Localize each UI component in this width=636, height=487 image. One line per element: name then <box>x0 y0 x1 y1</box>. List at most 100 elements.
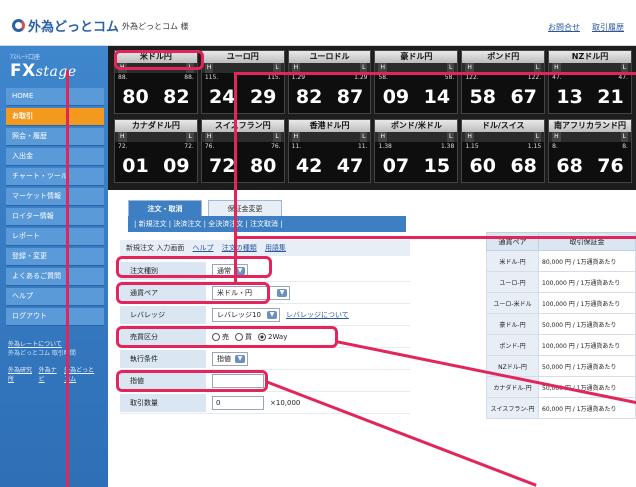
sidebar-item-report[interactable]: レポート <box>6 228 104 246</box>
rate-bid[interactable]: 72 <box>209 152 235 180</box>
rate-tile[interactable]: 香港ドル円 H L 11. 11. 42 47 <box>287 119 372 183</box>
callout-rate-tile <box>114 50 204 70</box>
callout-line <box>234 72 636 75</box>
callout-line <box>234 236 636 239</box>
sidebar-item-logout[interactable]: ログアウト <box>6 308 104 326</box>
leverage-select[interactable]: レバレッジ10 ▼ <box>212 307 280 322</box>
sidebar-item-trade[interactable]: お取引 <box>6 108 104 126</box>
table-row: ポンド-円 100,000 円 / 1万通貨あたり <box>486 334 636 356</box>
rate-hl-badge: L <box>360 132 368 142</box>
rate-tile[interactable]: ユーロドル H L 1.29 1.29 82 87 <box>287 50 372 114</box>
rate-ask[interactable]: 80 <box>250 152 276 180</box>
user-name: 外為どっとコム 様 <box>122 22 189 31</box>
rate-tile[interactable]: 南アフリカランド円 H L 8. 8. 68 76 <box>548 119 632 183</box>
sidebar-item-market[interactable]: マーケット情報 <box>6 188 104 206</box>
rate-bid[interactable]: 13 <box>556 83 582 111</box>
sidebar-foot-link-1[interactable]: 外為研究所 <box>8 366 34 384</box>
rate-ask[interactable]: 15 <box>424 152 450 180</box>
order-subnav[interactable]: | 新規注文 | 決済注文 | 全決済注文 | 注文取消 | <box>128 216 406 232</box>
rate-ask[interactable]: 21 <box>597 83 623 111</box>
rate-bid[interactable]: 58 <box>470 83 496 111</box>
rate-row: カナダドル円 H L 72. 72. 01 09 スイスフラン円 H L 76. 76. 72 80 香港ド… <box>114 119 632 183</box>
rate-tile[interactable]: カナダドル円 H L 72. 72. 01 09 <box>114 119 198 183</box>
form-help-link[interactable]: ヘルプ <box>192 244 213 252</box>
rate-ask[interactable]: 29 <box>250 83 276 111</box>
sidebar-item-deposit[interactable]: 入出金 <box>6 148 104 166</box>
table-row: NZドル-円 50,000 円 / 1万通貨あたり <box>486 355 636 377</box>
rate-values: 82 87 <box>289 83 371 111</box>
margin-pair: ポンド-円 <box>486 334 539 356</box>
rate-tile[interactable]: ポンド/米ドル H L 1.38 1.38 07 15 <box>374 119 459 183</box>
sidebar-item-home[interactable]: HOME <box>6 88 104 106</box>
brand-fx: FX <box>10 61 36 81</box>
condition-select[interactable]: 指値 ▼ <box>212 351 248 366</box>
rate-bid[interactable]: 07 <box>383 152 409 180</box>
margin-pair: 米ドル-円 <box>486 250 539 272</box>
rate-ask[interactable]: 47 <box>337 152 363 180</box>
rate-bid[interactable]: 42 <box>296 152 322 180</box>
chevron-down-icon: ▼ <box>277 288 287 297</box>
rate-bid[interactable]: 09 <box>383 83 409 111</box>
sidebar-foot-link[interactable]: 外為レートについて <box>8 340 100 349</box>
rate-hl-badge: H <box>465 132 474 142</box>
form-glossary-link[interactable]: 用語集 <box>265 244 286 252</box>
callout-side <box>116 326 338 348</box>
rate-tile[interactable]: NZドル円 H L 47. 47. 13 21 <box>548 50 632 114</box>
sidebar-item-reuters[interactable]: ロイター情報 <box>6 208 104 226</box>
table-row: 豪ドル-円 50,000 円 / 1万通貨あたり <box>486 313 636 335</box>
sidebar-brand: ｱｽﾄﾚｰﾄ口座 FXstage <box>0 46 108 88</box>
rate-pair: カナダドル円 <box>115 120 197 132</box>
header-link-contact[interactable]: お問合せ <box>548 22 580 33</box>
margin-pair: ユーロ-米ドル <box>486 292 539 314</box>
rate-tile[interactable]: ポンド円 H L 122. 122. 58 67 <box>461 50 546 114</box>
rate-bid[interactable]: 82 <box>296 83 322 111</box>
rate-values: 72 80 <box>202 152 284 180</box>
rate-prefix-row: 76. 76. <box>202 142 284 152</box>
rate-hl: HL <box>201 132 284 142</box>
tab-margin-change[interactable]: 保証金変更 <box>208 200 282 216</box>
sidebar-foot-link-2[interactable]: 外為ナビ <box>39 366 60 384</box>
form-ordertypes-link[interactable]: 注文の種類 <box>222 244 257 252</box>
leverage-info-link[interactable]: レバレッジについて <box>286 310 349 320</box>
rate-bid[interactable]: 80 <box>122 83 148 111</box>
rate-bid[interactable]: 68 <box>556 152 582 180</box>
rate-ask[interactable]: 09 <box>163 152 189 180</box>
table-row: スイスフラン-円 60,000 円 / 1万通貨あたり <box>486 397 636 419</box>
rate-ask-prefix: 72. <box>184 143 194 150</box>
rate-values: 01 09 <box>115 152 197 180</box>
rate-ask[interactable]: 82 <box>163 83 189 111</box>
rate-prefix-row: 11. 11. <box>289 142 371 152</box>
rate-tile[interactable]: 豪ドル円 H L 58. 58. 09 14 <box>374 50 459 114</box>
rate-values: 80 82 <box>115 83 197 111</box>
rate-tile[interactable]: ドル/スイス H L 1.15 1.15 60 68 <box>461 119 546 183</box>
quantity-input[interactable]: 0 <box>212 395 264 410</box>
sidebar-item-help[interactable]: ヘルプ <box>6 288 104 306</box>
callout-order-type <box>116 256 272 278</box>
header-link-history[interactable]: 取引履歴 <box>592 22 624 33</box>
brand-logo[interactable]: 外為どっとコム <box>12 16 119 35</box>
sidebar-item-settings[interactable]: 登録・変更 <box>6 248 104 266</box>
rate-values: 68 76 <box>549 152 631 180</box>
sidebar-foot-link-3[interactable]: 外為どっとコム <box>64 366 100 384</box>
tab-order[interactable]: 注文・取消 <box>128 200 202 216</box>
rate-hl-badge: L <box>273 132 281 142</box>
rate-ask[interactable]: 67 <box>510 83 536 111</box>
rate-values: 60 68 <box>462 152 544 180</box>
rate-ask[interactable]: 68 <box>510 152 536 180</box>
rate-values: 09 14 <box>375 83 457 111</box>
rate-bid[interactable]: 24 <box>209 83 235 111</box>
sidebar-item-faq[interactable]: よくあるご質問 <box>6 268 104 286</box>
rate-bid[interactable]: 60 <box>470 152 496 180</box>
rate-ask[interactable]: 14 <box>424 83 450 111</box>
rate-bid[interactable]: 01 <box>122 152 148 180</box>
margin-amount: 50,000 円 / 1万通貨あたり <box>538 355 636 377</box>
rate-ask[interactable]: 87 <box>337 83 363 111</box>
form-title-bar: 新規注文 入力画面 ヘルプ 注文の種類 用語集 <box>120 240 410 256</box>
rate-ask[interactable]: 76 <box>597 152 623 180</box>
rate-tile[interactable]: スイスフラン円 H L 76. 76. 72 80 <box>200 119 285 183</box>
condition-label: 執行条件 <box>120 349 206 368</box>
sidebar-item-history[interactable]: 照会・履歴 <box>6 128 104 146</box>
sidebar-item-chart[interactable]: チャート・ツール <box>6 168 104 186</box>
rate-ask-prefix: 8. <box>622 143 628 150</box>
rate-tile[interactable]: ユーロ円 H L 115. 115. 24 29 <box>200 50 285 114</box>
